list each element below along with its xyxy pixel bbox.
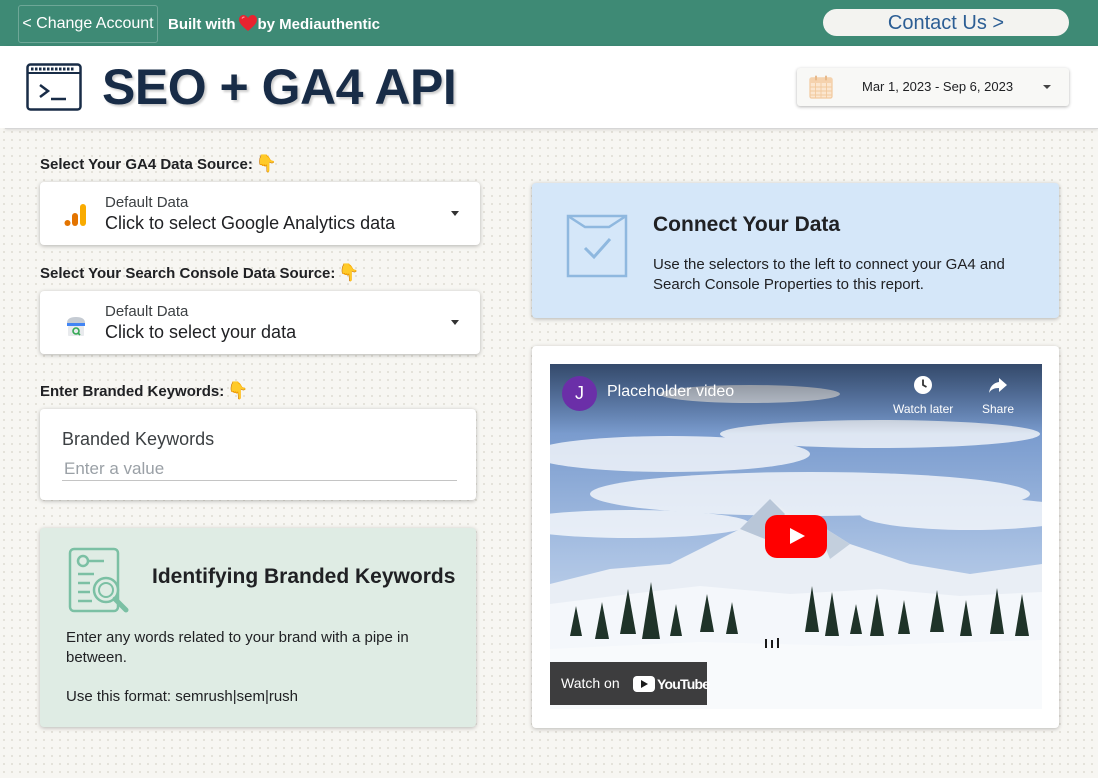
gsc-selector-subtitle: Default Data [105, 303, 189, 320]
video-card: J Placeholder video Watch later Share Wa… [532, 346, 1059, 728]
branded-keywords-input[interactable] [62, 458, 457, 481]
search-console-data-source-selector[interactable]: Default Data Click to select your data [40, 291, 480, 354]
chevron-down-icon [451, 320, 459, 325]
gsc-source-label: Select Your Search Console Data Source: 👇 [40, 263, 360, 283]
ga4-source-label-text: Select Your GA4 Data Source: [40, 156, 253, 173]
watch-on-label: Watch on [561, 675, 620, 691]
pointing-down-icon: 👇 [227, 381, 249, 400]
heart-icon [238, 15, 257, 32]
search-console-icon [67, 317, 85, 336]
branded-keywords-label-text: Enter Branded Keywords: [40, 383, 225, 400]
change-account-button[interactable]: < Change Account [18, 5, 158, 43]
info-card-text: Enter any words related to your brand wi… [66, 629, 409, 666]
branded-keywords-label: Enter Branded Keywords: 👇 [40, 381, 248, 401]
calendar-icon [809, 75, 833, 99]
watch-on-youtube-button[interactable]: Watch on YouTube [550, 662, 710, 705]
date-range-picker[interactable]: Mar 1, 2023 - Sep 6, 2023 [797, 68, 1069, 106]
document-search-icon [68, 547, 129, 613]
chevron-down-icon [451, 211, 459, 216]
youtube-play-icon [633, 676, 655, 693]
top-bar-edge [0, 0, 5, 46]
ga4-selector-subtitle: Default Data [105, 194, 189, 211]
youtube-embed[interactable]: J Placeholder video Watch later Share Wa… [550, 364, 1042, 709]
page-title: SEO + GA4 API [102, 59, 457, 115]
date-range-text: Mar 1, 2023 - Sep 6, 2023 [862, 79, 1014, 94]
watch-later-button[interactable]: Watch later [893, 374, 953, 416]
share-arrow-icon [989, 378, 1008, 393]
connect-data-card: Connect Your Data Use the selectors to t… [532, 183, 1059, 318]
gsc-source-label-text: Select Your Search Console Data Source: [40, 265, 336, 282]
branded-keywords-info-card: Identifying Branded Keywords Enter any w… [40, 528, 476, 727]
ga4-source-label: Select Your GA4 Data Source: 👇 [40, 154, 277, 174]
google-analytics-icon [64, 204, 86, 226]
ga4-data-source-selector[interactable]: Default Data Click to select Google Anal… [40, 182, 480, 245]
header-edge [0, 46, 5, 128]
built-with-suffix: by Mediauthentic [257, 16, 381, 33]
terminal-icon [26, 63, 82, 111]
pointing-down-icon: 👇 [338, 263, 360, 282]
pointing-down-icon: 👇 [255, 154, 278, 173]
info-card-title: Identifying Branded Keywords [152, 565, 456, 588]
channel-avatar[interactable]: J [562, 376, 597, 411]
connect-card-title: Connect Your Data [653, 213, 841, 236]
checkbox-document-icon [566, 214, 628, 278]
watch-later-label: Watch later [893, 402, 954, 416]
top-bar: < Change Account Built with by Mediauthen… [0, 0, 1098, 46]
play-button[interactable] [765, 515, 827, 558]
info-card-format: Use this format: semrush|sem|rush [66, 688, 299, 705]
ga4-selector-text: Click to select Google Analytics data [105, 213, 396, 233]
video-title[interactable]: Placeholder video [607, 383, 734, 401]
youtube-logo: YouTube [633, 675, 710, 693]
share-button[interactable]: Share [982, 374, 1014, 416]
share-label: Share [982, 402, 1015, 416]
youtube-wordmark: YouTube [657, 676, 710, 693]
gsc-selector-text: Click to select your data [105, 322, 297, 342]
connect-card-text: Use the selectors to the left to connect… [653, 256, 1005, 293]
branded-keywords-field-title: Branded Keywords [62, 429, 215, 449]
built-with-prefix: Built with [168, 16, 236, 33]
built-with-credit: Built with by Mediauthentic [168, 0, 380, 46]
clock-icon [914, 376, 933, 394]
branded-keywords-card: Branded Keywords [40, 409, 476, 500]
chevron-down-icon [1043, 85, 1051, 89]
contact-us-button[interactable]: Contact Us > [823, 9, 1069, 36]
report-header: SEO + GA4 API Mar 1, 2023 - Sep 6, 2023 [0, 46, 1098, 129]
